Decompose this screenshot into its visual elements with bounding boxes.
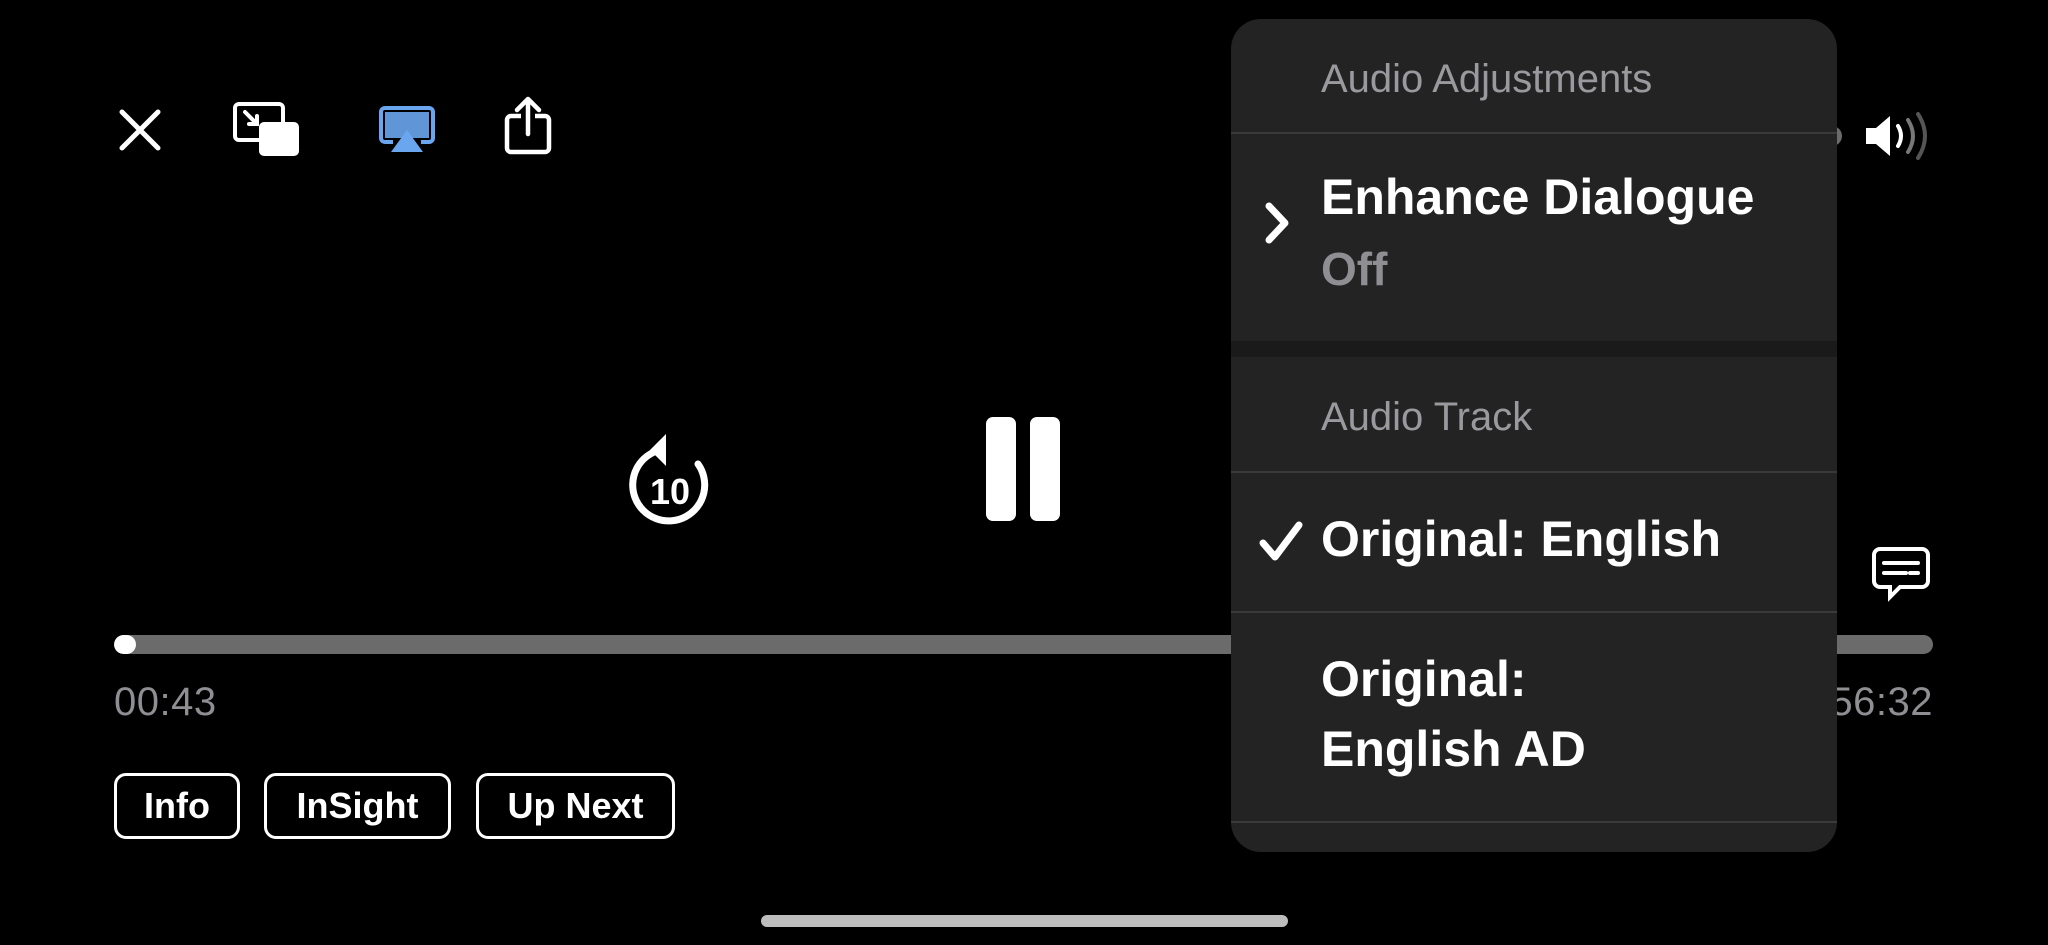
info-button[interactable]: Info: [114, 773, 240, 839]
skip-back-button[interactable]: 10: [620, 418, 720, 528]
home-indicator[interactable]: [761, 915, 1288, 927]
enhance-dialogue-value: Off: [1321, 243, 1388, 295]
audio-menu: Audio Adjustments Enhance Dialogue Off A…: [1231, 19, 1837, 852]
track-label: Original: English: [1321, 511, 1722, 567]
picture-in-picture-button[interactable]: [232, 100, 302, 160]
track-label-line1: Original:: [1321, 651, 1527, 707]
checkmark-icon: [1259, 521, 1303, 568]
enhance-dialogue-item[interactable]: Enhance Dialogue Off: [1231, 134, 1837, 341]
track-label-line2: English AD: [1321, 721, 1586, 777]
airplay-icon: [379, 106, 435, 154]
elapsed-time: 00:43: [114, 680, 217, 724]
enhance-dialogue-title: Enhance Dialogue: [1321, 169, 1755, 225]
insight-button[interactable]: InSight: [264, 773, 451, 839]
chevron-right-icon: [1263, 200, 1293, 251]
track-original-english[interactable]: Original: English: [1231, 473, 1837, 611]
subtitles-button[interactable]: [1872, 545, 1930, 603]
menu-divider: [1231, 821, 1837, 823]
airplay-button[interactable]: [372, 100, 442, 160]
speaker-volume-icon: [1862, 108, 1932, 164]
share-icon: [503, 96, 553, 156]
menu-section-gap: [1231, 341, 1837, 357]
subtitles-icon: [1872, 545, 1930, 603]
up-next-button[interactable]: Up Next: [476, 773, 675, 839]
audio-adjustments-header: Audio Adjustments: [1321, 57, 1653, 101]
share-button[interactable]: [498, 96, 558, 156]
close-icon: [118, 108, 162, 152]
skip-back-seconds: 10: [650, 471, 690, 512]
close-button[interactable]: [110, 100, 170, 160]
skip-back-10-icon: 10: [620, 418, 720, 528]
audio-track-header: Audio Track: [1321, 395, 1533, 439]
volume-button[interactable]: [1862, 108, 1932, 164]
remaining-time: 56:32: [1830, 680, 1933, 724]
pause-button[interactable]: [978, 415, 1068, 525]
progress-fill: [114, 635, 136, 654]
track-original-english-ad[interactable]: Original: English AD: [1231, 613, 1837, 821]
picture-in-picture-icon: [233, 102, 301, 158]
